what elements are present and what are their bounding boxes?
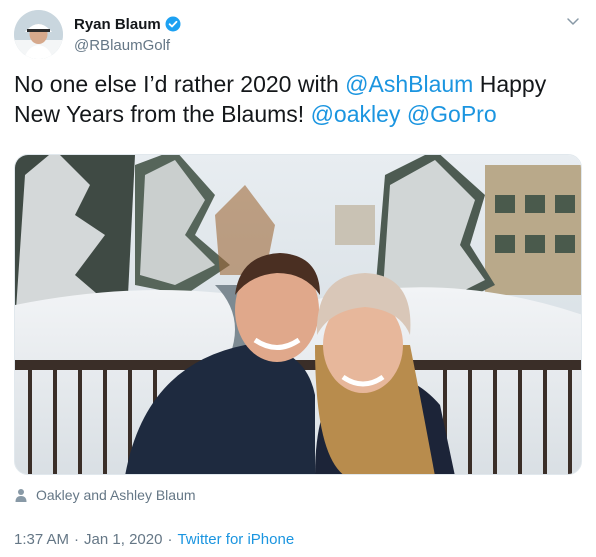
separator: · <box>167 531 173 548</box>
tweet-text: No one else I’d rather 2020 with @AshBla… <box>14 69 584 129</box>
tagged-label: Oakley and Ashley Blaum <box>36 487 196 503</box>
mention-link[interactable]: @GoPro <box>407 101 497 127</box>
display-name[interactable]: Ryan Blaum <box>74 16 161 33</box>
person-icon <box>14 488 28 502</box>
tweet-photo[interactable] <box>14 154 582 475</box>
tagged-people[interactable]: Oakley and Ashley Blaum <box>14 486 196 504</box>
tweet-meta: 1:37 AM · Jan 1, 2020 · Twitter for iPho… <box>14 531 294 548</box>
separator: · <box>74 531 80 548</box>
mention-link[interactable]: @AshBlaum <box>345 71 473 97</box>
mention-link[interactable]: @oakley <box>311 101 401 127</box>
verified-badge-icon <box>165 16 181 32</box>
tweet-header: Ryan Blaum @RBlaumGolf <box>14 10 582 60</box>
user-names: Ryan Blaum @RBlaumGolf <box>74 14 181 54</box>
chevron-down-icon[interactable] <box>566 14 580 28</box>
tweet-date[interactable]: Jan 1, 2020 <box>84 531 162 548</box>
avatar[interactable] <box>14 10 63 59</box>
tweet-time[interactable]: 1:37 AM <box>14 531 69 548</box>
tweet-text-segment: No one else I’d rather 2020 with <box>14 71 346 97</box>
user-handle[interactable]: @RBlaumGolf <box>74 37 181 54</box>
display-name-row: Ryan Blaum <box>74 14 181 34</box>
photo-illustration <box>15 155 581 474</box>
tweet-source-link[interactable]: Twitter for iPhone <box>177 531 294 548</box>
